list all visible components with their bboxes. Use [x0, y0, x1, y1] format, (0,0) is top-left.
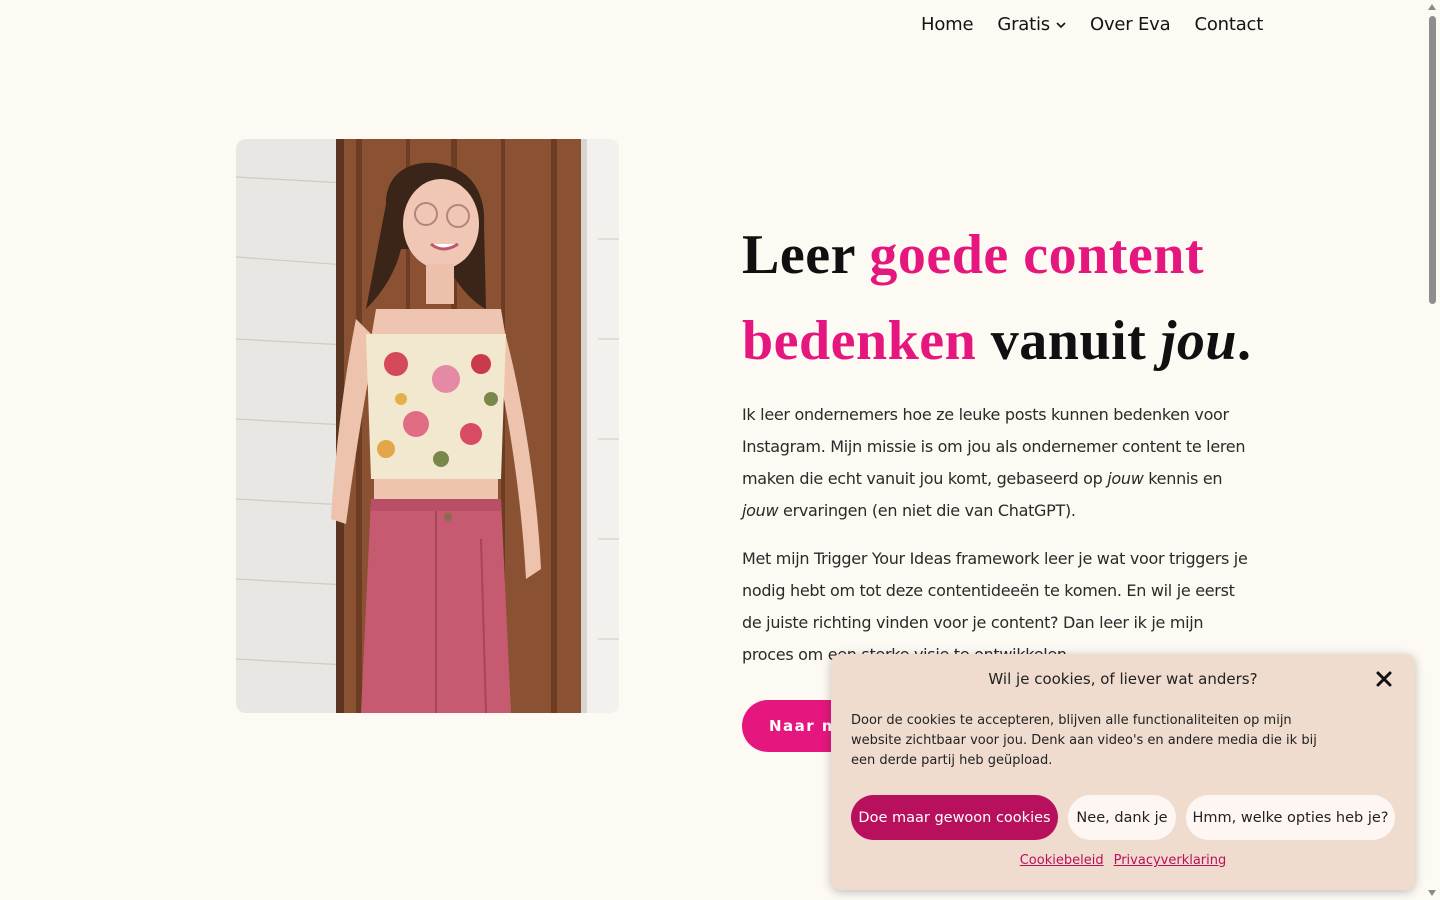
headline-italic: jou	[1160, 310, 1237, 372]
cookie-banner: Wil je cookies, of liever wat anders? Do…	[831, 654, 1415, 890]
hero-headline: Leer goede content bedenken vanuit jou.	[742, 212, 1302, 384]
cookie-text: Door de cookies te accepteren, blijven a…	[851, 713, 1317, 768]
nav-contact-label: Contact	[1194, 14, 1264, 35]
cookie-policy-link[interactable]: Cookiebeleid	[1020, 853, 1104, 868]
nav-home-label: Home	[921, 14, 974, 35]
headline-period: .	[1237, 310, 1252, 372]
cookie-options-button[interactable]: Hmm, welke opties heb je?	[1186, 795, 1395, 840]
chevron-down-icon	[1056, 22, 1066, 29]
cookie-links: Cookiebeleid Privacyverklaring	[831, 853, 1415, 868]
nav-over-eva[interactable]: Over Eva	[1089, 14, 1171, 35]
nav-gratis[interactable]: Gratis	[997, 14, 1066, 35]
framework-paragraph: Met mijn Trigger Your Ideas framework le…	[742, 549, 1248, 664]
close-icon[interactable]	[1375, 670, 1393, 688]
hero-photo	[236, 139, 619, 713]
headline-accent1: goede content	[869, 224, 1205, 286]
page-scrollbar[interactable]	[1425, 0, 1440, 900]
cookie-title: Wil je cookies, of liever wat anders?	[988, 670, 1258, 688]
headline-part4: vanuit	[976, 310, 1161, 372]
scroll-down-arrow-icon[interactable]	[1428, 890, 1436, 896]
nav-over-eva-label: Over Eva	[1089, 14, 1171, 35]
scroll-thumb[interactable]	[1429, 16, 1436, 304]
accept-cookies-button[interactable]: Doe maar gewoon cookies	[851, 795, 1058, 840]
scroll-up-arrow-icon[interactable]	[1428, 4, 1436, 10]
intro-text-c: kennis en	[1143, 469, 1223, 488]
nav-gratis-label: Gratis	[997, 14, 1050, 35]
privacy-statement-link[interactable]: Privacyverklaring	[1114, 853, 1227, 868]
headline-accent2: bedenken	[742, 310, 977, 372]
intro-text-e: ervaringen (en niet die van ChatGPT).	[778, 501, 1076, 520]
intro-italic-jouw-1: jouw	[1107, 469, 1144, 488]
intro-italic-jouw-2: jouw	[742, 501, 779, 520]
intro-paragraph: Ik leer ondernemers hoe ze leuke posts k…	[742, 399, 1252, 527]
headline-part1: Leer	[742, 224, 870, 286]
nav-home[interactable]: Home	[921, 14, 974, 35]
main-nav: Home Gratis Over Eva Contact	[921, 14, 1263, 35]
nav-contact[interactable]: Contact	[1194, 14, 1263, 35]
deny-cookies-button[interactable]: Nee, dank je	[1068, 795, 1176, 840]
